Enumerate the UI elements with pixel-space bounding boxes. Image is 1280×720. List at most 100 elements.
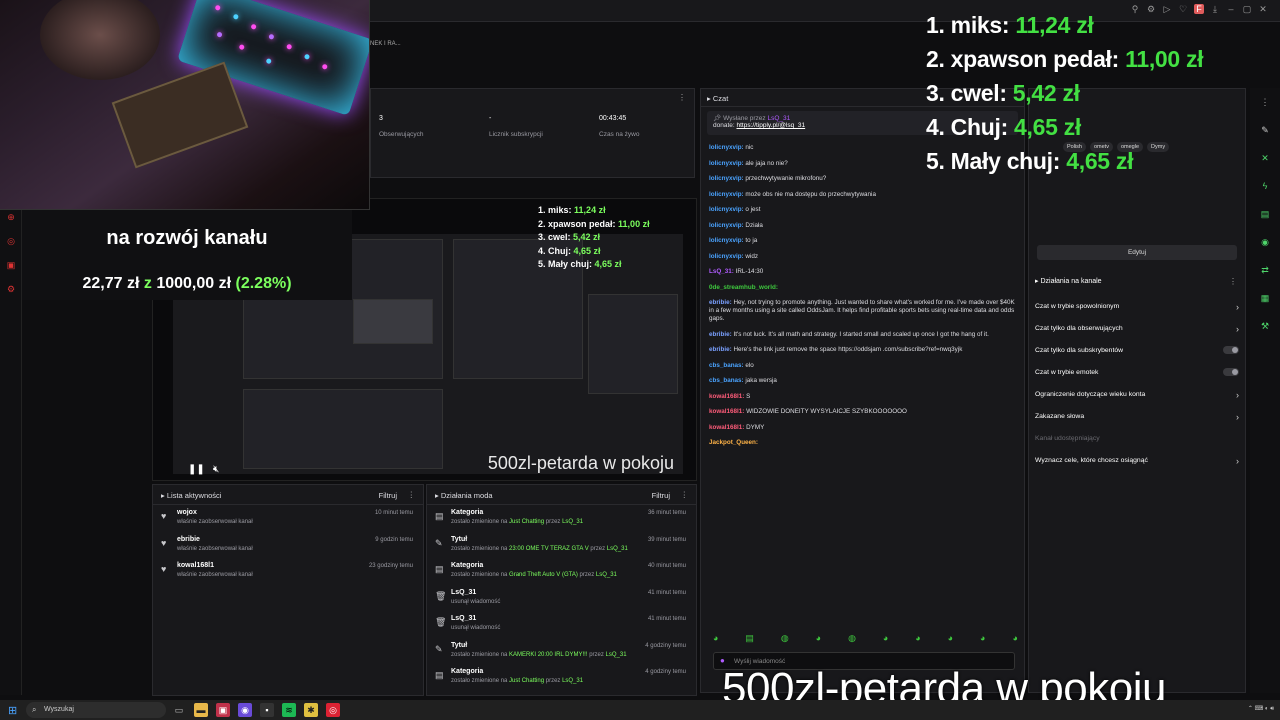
rail-icon-g[interactable]: ⚒ <box>1250 312 1280 340</box>
emote-icon[interactable]: ◍ <box>848 633 856 644</box>
activity-kebab-icon[interactable]: ⋮ <box>408 490 416 499</box>
rail-icon-2[interactable]: ◎ <box>0 229 22 253</box>
download-icon[interactable]: ⤓ <box>1210 4 1220 14</box>
stats-panel: ⋮ 3 Obserwujących - Licznik subskrypcji … <box>370 88 695 178</box>
emote-icon[interactable]: ▤ <box>745 633 754 644</box>
mod-action-desc: zostało zmienione na Just Chatting przez… <box>451 519 584 525</box>
chat-text: It's not luck. It's all math and strateg… <box>733 330 989 338</box>
rail-icon-c[interactable]: ▤ <box>1250 200 1280 228</box>
toggle-switch[interactable] <box>1223 346 1239 354</box>
emote-icon[interactable]: ◕ <box>1012 633 1017 644</box>
setting-row[interactable]: Czat tylko dla obserwujących › <box>1035 324 1239 334</box>
chat-collapse-icon[interactable]: ▸ <box>707 94 711 103</box>
rail-icon-f[interactable]: ▦ <box>1250 284 1280 312</box>
chat-username[interactable]: kowal168l1: <box>709 424 744 431</box>
emote-icon[interactable]: ◕ <box>980 633 985 644</box>
obs-icon[interactable]: ◎ <box>326 703 340 717</box>
heart-icon: ♥ <box>161 511 167 521</box>
setting-row[interactable]: Zakazane słowa › <box>1035 412 1239 422</box>
chat-username[interactable]: ebribie: <box>709 331 732 338</box>
chat-username[interactable]: cbs_banas: <box>709 362 744 369</box>
rank-1: 1. miks: 11,24 zł <box>926 12 1094 38</box>
rail-icon-d[interactable]: ◉ <box>1250 228 1280 256</box>
minimize-icon[interactable]: – <box>1226 4 1236 14</box>
chat-text: jaka wersja <box>745 377 777 384</box>
emote-icon[interactable]: ◍ <box>781 633 789 644</box>
setting-row[interactable]: Czat tylko dla subskrybentów <box>1035 346 1239 354</box>
app2-icon[interactable]: ✱ <box>304 703 318 717</box>
stat-uptime: 00:43:45 Czas na żywo <box>599 115 704 138</box>
setting-row[interactable]: Ograniczenie dotyczące wieku konta › <box>1035 390 1239 400</box>
goal-target: 1000,00 zł <box>156 275 232 292</box>
terminal-icon[interactable]: ▪ <box>260 703 274 717</box>
system-tray[interactable]: ⌃ ⌨ ◐ 🔊︎ <box>1248 705 1274 713</box>
edit-button[interactable]: Edytuj <box>1037 245 1237 260</box>
emote-icon[interactable]: ◕ <box>713 633 718 644</box>
chat-username[interactable]: ebribie: <box>709 346 732 353</box>
rail-icon-e[interactable]: ⇄ <box>1250 256 1280 284</box>
emote-icon[interactable]: ◕ <box>915 633 920 644</box>
rail-kebab-icon[interactable]: ⋮ <box>1250 88 1280 116</box>
rail-icon-a[interactable]: ✕ <box>1250 144 1280 172</box>
stats-kebab-icon[interactable]: ⋮ <box>678 93 686 102</box>
edit-icon[interactable]: ✎ <box>1250 116 1280 144</box>
browser-tab-label[interactable]: NEK I RA... <box>370 41 401 47</box>
chat-username[interactable]: cbs_banas: <box>709 377 744 384</box>
activity-row: ♥ kowal168l1 właśnie zaobserwował kanał … <box>153 558 423 585</box>
setting-row[interactable]: Wyznacz cele, które chcesz osiągnąć › <box>1035 456 1239 466</box>
chat-username[interactable]: Jackpot_Queen: <box>709 439 758 446</box>
mod-kebab-icon[interactable]: ⋮ <box>681 490 689 499</box>
channel-actions-kebab-icon[interactable]: ⋮ <box>1229 277 1237 286</box>
close-icon[interactable]: ✕ <box>1258 4 1268 14</box>
chat-username[interactable]: 0de_streamhub_world: <box>709 284 778 291</box>
mod-row: ▤ Kategoria zostało zmienione na Just Chat… <box>427 664 696 691</box>
chat-username[interactable]: lolicnyxvip: <box>709 175 744 182</box>
chat-username[interactable]: lolicnyxvip: <box>709 253 744 260</box>
emote-icon[interactable]: ◕ <box>816 633 821 644</box>
chevron-icon[interactable]: ▸ <box>1035 278 1039 285</box>
chat-username[interactable]: kowal168l1: <box>709 408 744 415</box>
chat-message: lolicnyxvip: Działa <box>709 222 1019 230</box>
chat-username[interactable]: LsQ_31: <box>709 268 734 275</box>
chat-username[interactable]: lolicnyxvip: <box>709 160 744 167</box>
activity-time: 9 godzin temu <box>375 536 413 543</box>
pinned-user[interactable]: LsQ_31 <box>767 115 790 122</box>
chat-username[interactable]: lolicnyxvip: <box>709 144 744 151</box>
mod-filter-button[interactable]: Filtruj <box>652 491 670 500</box>
taskbar-search[interactable]: ⌕ Wyszukaj <box>26 702 166 718</box>
chat-username[interactable]: kowal168l1: <box>709 393 744 400</box>
spotify-icon[interactable]: ≋ <box>282 703 296 717</box>
app-icon[interactable]: ▣ <box>216 703 230 717</box>
mod-chevron-icon[interactable]: ▸ <box>435 491 439 500</box>
emote-icon[interactable]: ◕ <box>948 633 953 644</box>
preview-rank-2: 2. xpawson pedał: 11,00 zł <box>538 218 650 229</box>
chat-username[interactable]: lolicnyxvip: <box>709 191 744 198</box>
chevron-right-icon: › <box>1236 412 1239 422</box>
webcam-box <box>111 61 249 169</box>
rail-icon-4[interactable]: ⚙ <box>0 277 22 301</box>
chat-message: kowal168l1: WIDZOWIE DONEITY WYSYLAICJE … <box>709 408 1019 416</box>
setting-row[interactable]: Czat w trybie spowolnionym › <box>1035 302 1239 312</box>
stat-followers: 3 Obserwujących <box>379 115 484 138</box>
emote-icon[interactable]: ◕ <box>883 633 888 644</box>
preview-caption: 500zl-petarda w pokoju <box>487 453 674 473</box>
chat-username[interactable]: lolicnyxvip: <box>709 222 744 229</box>
toggle-switch[interactable] <box>1223 368 1239 376</box>
pinned-link[interactable]: https://tipply.pl/@lsq_31 <box>737 122 806 129</box>
rail-icon-3[interactable]: ▣ <box>0 253 22 277</box>
mute-icon[interactable]: 🔇︎ <box>213 464 219 475</box>
setting-row[interactable]: Czat w trybie emotek <box>1035 368 1239 376</box>
chat-username[interactable]: lolicnyxvip: <box>709 237 744 244</box>
chat-text: ale jaja no nie? <box>745 159 788 167</box>
folder-icon[interactable]: ▬ <box>194 703 208 717</box>
maximize-icon[interactable]: ▢ <box>1242 4 1252 14</box>
activity-chevron-icon[interactable]: ▸ <box>161 491 165 500</box>
chat-username[interactable]: lolicnyxvip: <box>709 206 744 213</box>
chat-username[interactable]: ebribie: <box>709 299 732 306</box>
windows-start-icon[interactable]: ⊞ <box>8 704 17 717</box>
browser-icon[interactable]: ◉ <box>238 703 252 717</box>
task-view-icon[interactable]: ▭ <box>172 703 186 717</box>
rail-icon-b[interactable]: ϟ <box>1250 172 1280 200</box>
pause-icon[interactable]: ❚❚ <box>188 464 205 475</box>
activity-filter-button[interactable]: Filtruj <box>379 491 397 500</box>
